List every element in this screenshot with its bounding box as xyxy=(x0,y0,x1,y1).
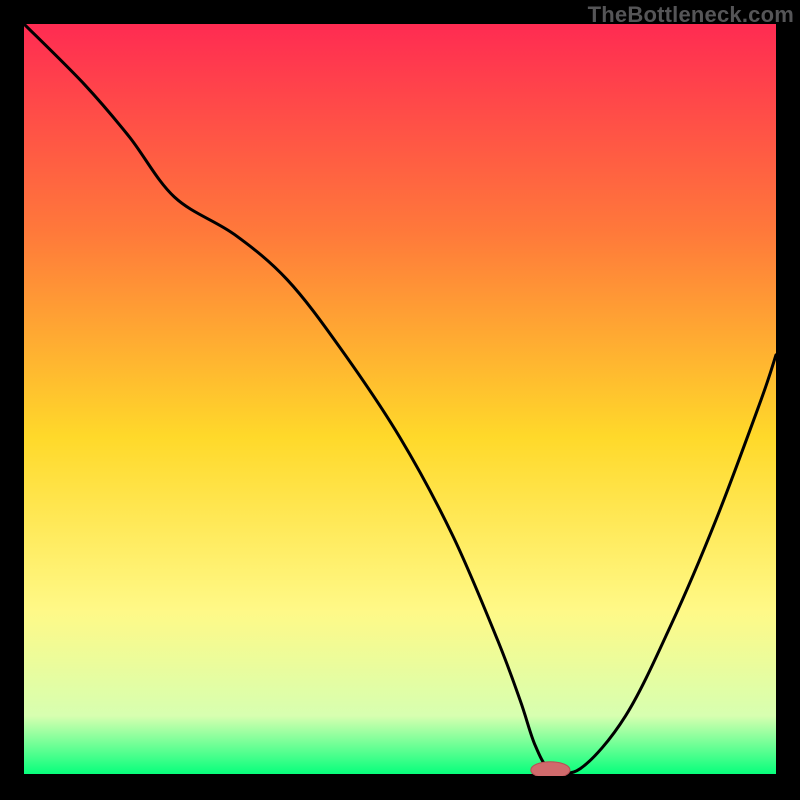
watermark-text: TheBottleneck.com xyxy=(588,2,794,28)
optimal-marker xyxy=(531,762,570,776)
gradient-background xyxy=(24,24,776,776)
chart-svg xyxy=(24,24,776,776)
chart-plot-area xyxy=(24,24,776,776)
chart-frame: TheBottleneck.com xyxy=(0,0,800,800)
